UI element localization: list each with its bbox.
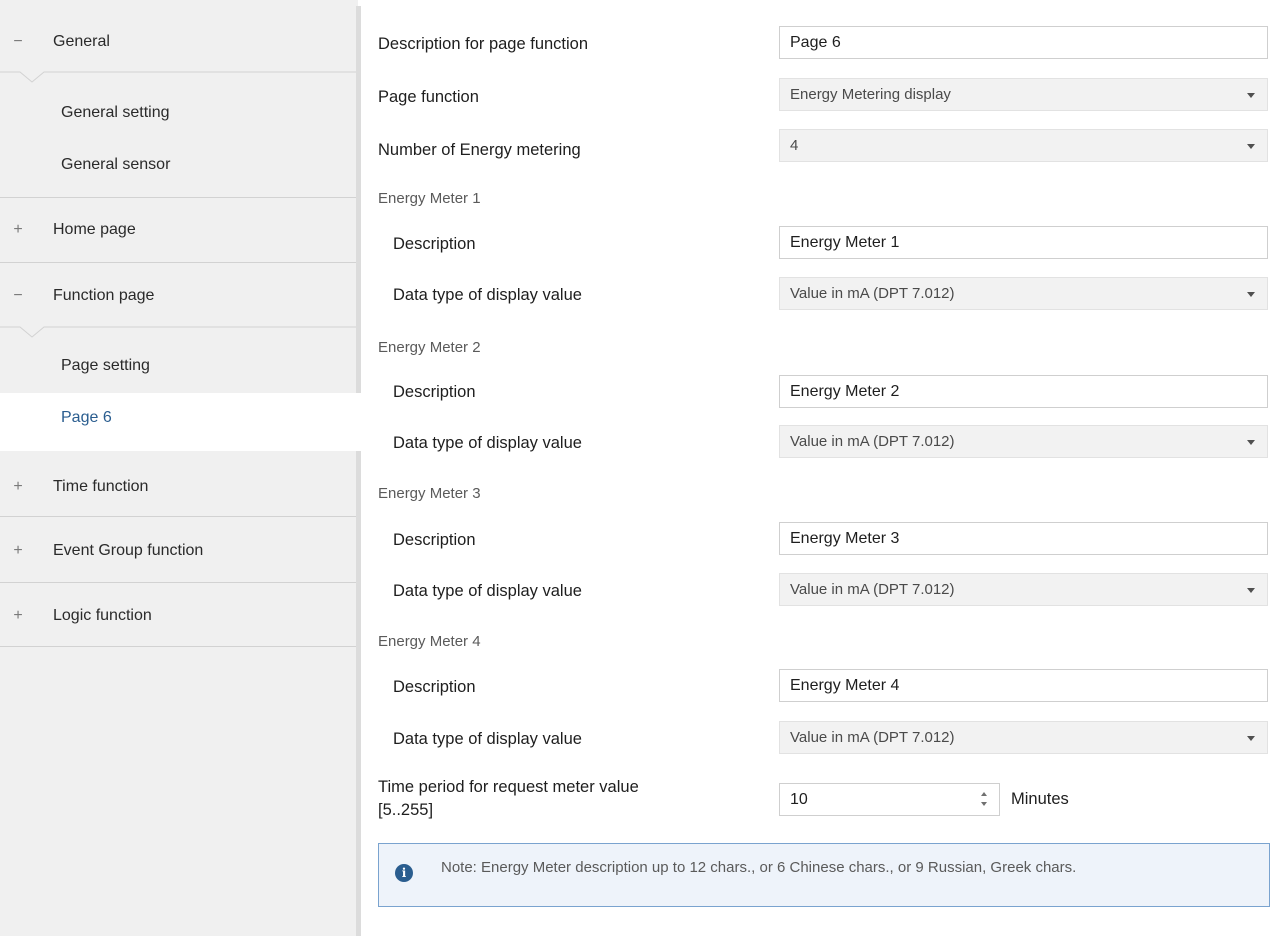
meter-4-data-type-value: Value in mA (DPT 7.012) [790, 729, 955, 746]
tree-item-event-group-function[interactable]: + Event Group function [0, 531, 356, 571]
tree-branch-notch [0, 326, 356, 338]
pane-splitter[interactable] [356, 6, 361, 936]
meter-1-data-type-value: Value in mA (DPT 7.012) [790, 285, 955, 302]
tree-item-function-page-label: Function page [53, 287, 155, 304]
tree-item-function-page[interactable]: − Function page [0, 276, 356, 316]
tree-item-page-6[interactable] [0, 393, 361, 451]
dropdown-arrow-icon[interactable] [1247, 93, 1255, 98]
tree-branch-notch [0, 71, 356, 83]
time-period-unit: Minutes [1011, 790, 1069, 808]
number-energy-metering-select[interactable]: 4 [779, 129, 1268, 162]
meter-2-data-type-value: Value in mA (DPT 7.012) [790, 433, 955, 450]
tree-item-general-sensor[interactable]: General sensor [61, 156, 170, 174]
spin-up-icon[interactable] [981, 792, 987, 796]
time-period-value: 10 [790, 790, 808, 808]
meter-2-data-type-label: Data type of display value [393, 434, 582, 452]
meter-3-data-type-label: Data type of display value [393, 582, 582, 600]
meter-1-description-input[interactable]: Energy Meter 1 [779, 226, 1268, 259]
info-note-text: Note: Energy Meter description up to 12 … [441, 859, 1077, 876]
meter-1-data-type-select[interactable]: Value in mA (DPT 7.012) [779, 277, 1268, 310]
meter-4-description-input[interactable]: Energy Meter 4 [779, 669, 1268, 702]
tree-item-logic-function[interactable]: + Logic function [0, 596, 356, 636]
spin-down-icon[interactable] [981, 802, 987, 806]
tree-item-general-setting[interactable]: General setting [61, 104, 170, 122]
tree-item-home-page[interactable]: + Home page [0, 210, 356, 250]
tree-item-logic-function-label: Logic function [53, 607, 152, 624]
time-period-spinbox[interactable]: 10 [779, 783, 1000, 816]
meter-2-description-label: Description [393, 383, 476, 401]
dropdown-arrow-icon[interactable] [1247, 736, 1255, 741]
info-icon: i [395, 864, 413, 882]
collapse-icon[interactable]: − [5, 33, 31, 51]
meter-3-description-label: Description [393, 531, 476, 549]
meter-1-description-label: Description [393, 235, 476, 253]
meter-2-description-input[interactable]: Energy Meter 2 [779, 375, 1268, 408]
meter-4-group-title: Energy Meter 4 [378, 633, 481, 650]
dropdown-arrow-icon[interactable] [1247, 144, 1255, 149]
collapse-icon[interactable]: − [5, 287, 31, 305]
meter-3-group-title: Energy Meter 3 [378, 485, 481, 502]
tree-item-page-setting[interactable]: Page setting [61, 357, 150, 375]
expand-icon[interactable]: + [5, 221, 31, 239]
tree-item-time-function[interactable]: + Time function [0, 467, 356, 507]
number-energy-metering-value: 4 [790, 137, 799, 154]
time-period-range-label: [5..255] [378, 801, 434, 819]
tree-item-event-group-function-label: Event Group function [53, 542, 204, 559]
dropdown-arrow-icon[interactable] [1247, 292, 1255, 297]
page-function-label: Page function [378, 88, 479, 106]
dropdown-arrow-icon[interactable] [1247, 440, 1255, 445]
time-period-label: Time period for request meter value [378, 778, 639, 796]
tree-separator [0, 197, 356, 198]
tree-item-home-page-label: Home page [53, 221, 136, 238]
meter-3-data-type-select[interactable]: Value in mA (DPT 7.012) [779, 573, 1268, 606]
tree-separator [0, 516, 356, 517]
info-note: i Note: Energy Meter description up to 1… [378, 843, 1270, 907]
tree-item-page-6-label[interactable]: Page 6 [61, 409, 112, 427]
page-description-input[interactable]: Page 6 [779, 26, 1268, 59]
tree-separator [0, 582, 356, 583]
meter-4-data-type-label: Data type of display value [393, 730, 582, 748]
meter-3-description-input[interactable]: Energy Meter 3 [779, 522, 1268, 555]
page-function-select[interactable]: Energy Metering display [779, 78, 1268, 111]
dropdown-arrow-icon[interactable] [1247, 588, 1255, 593]
tree-separator [0, 646, 356, 647]
number-energy-metering-label: Number of Energy metering [378, 141, 581, 159]
meter-2-group-title: Energy Meter 2 [378, 339, 481, 356]
meter-1-group-title: Energy Meter 1 [378, 190, 481, 207]
page-function-value: Energy Metering display [790, 86, 951, 103]
tree-item-general[interactable]: − General [0, 22, 356, 62]
page-description-label: Description for page function [378, 35, 589, 53]
meter-3-data-type-value: Value in mA (DPT 7.012) [790, 581, 955, 598]
meter-4-description-label: Description [393, 678, 476, 696]
tree-item-general-label: General [53, 33, 110, 50]
tree-item-time-function-label: Time function [53, 478, 149, 495]
tree-separator [0, 262, 356, 263]
meter-4-data-type-select[interactable]: Value in mA (DPT 7.012) [779, 721, 1268, 754]
expand-icon[interactable]: + [5, 478, 31, 496]
meter-1-data-type-label: Data type of display value [393, 286, 582, 304]
meter-2-data-type-select[interactable]: Value in mA (DPT 7.012) [779, 425, 1268, 458]
expand-icon[interactable]: + [5, 542, 31, 560]
expand-icon[interactable]: + [5, 607, 31, 625]
sidebar-tree: − General General setting General sensor… [0, 0, 358, 936]
